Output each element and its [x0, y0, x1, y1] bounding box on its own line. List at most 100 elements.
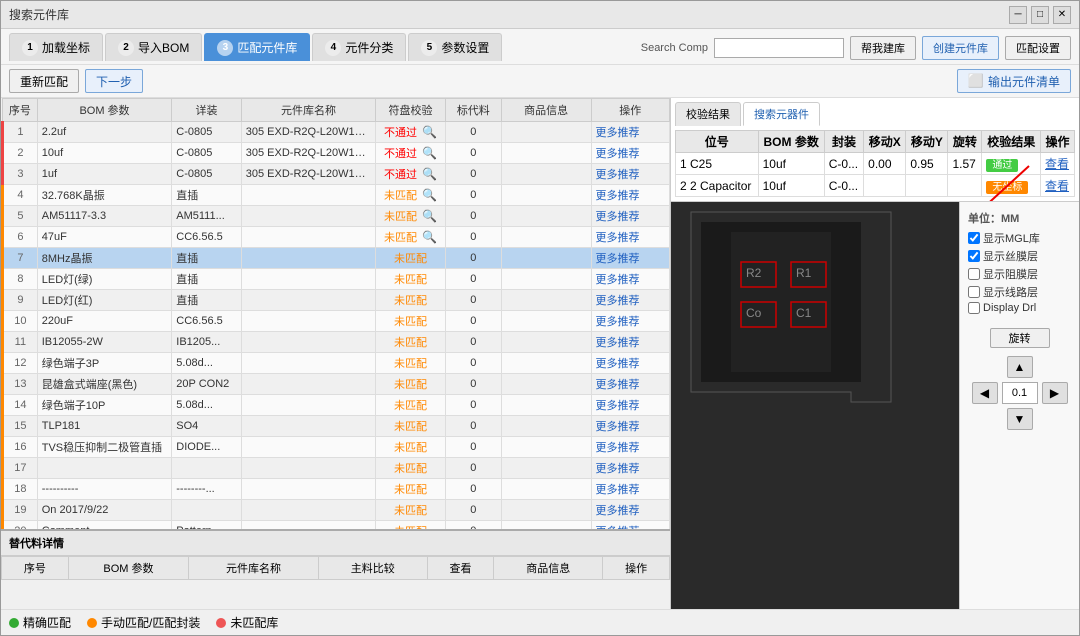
nav-up-button[interactable]: ▲: [1007, 356, 1033, 378]
cell-bom: 10uf: [37, 143, 172, 164]
table-row[interactable]: 6 47uF CC6.56.5 未匹配 🔍 0 更多推荐: [3, 227, 670, 248]
export-button[interactable]: ⬜ 输出元件清单: [957, 69, 1071, 93]
table-row[interactable]: 4 32.768K晶振 直插 未匹配 🔍 0 更多推荐: [3, 185, 670, 206]
window-controls: ─ □ ✕: [1009, 6, 1071, 24]
cell-op[interactable]: 更多推荐: [591, 227, 669, 248]
search-icon[interactable]: 🔍: [422, 125, 437, 139]
table-row[interactable]: 5 AM51117-3.3 AM5111... 未匹配 🔍 0 更多推荐: [3, 206, 670, 227]
col-header-name: 元件库名称: [241, 99, 376, 122]
search-icon[interactable]: 🔍: [422, 146, 437, 160]
result-pos: 1 C25: [676, 153, 759, 175]
cell-name: [241, 311, 376, 332]
checkbox-3[interactable]: [968, 286, 980, 298]
cell-op[interactable]: 更多推荐: [591, 353, 669, 374]
create-lib-button[interactable]: 创建元件库: [922, 36, 999, 60]
cell-op[interactable]: 更多推荐: [591, 164, 669, 185]
cell-op[interactable]: 更多推荐: [591, 374, 669, 395]
right-top: 校验结果 搜索元器件: [671, 98, 1079, 202]
cell-op[interactable]: 更多推荐: [591, 311, 669, 332]
nav-value-input[interactable]: [1002, 382, 1038, 404]
cell-bom: IB12055-2W: [37, 332, 172, 353]
search-icon[interactable]: 🔍: [422, 167, 437, 181]
cell-bom: 昆雄盒式端座(黑色): [37, 374, 172, 395]
help-build-button[interactable]: 帮我建库: [850, 36, 916, 60]
cell-op[interactable]: 更多推荐: [591, 437, 669, 458]
cell-info: [501, 248, 591, 269]
table-row[interactable]: 16 TVS稳压抑制二极管直插 DIODE... 未匹配 0 更多推荐: [3, 437, 670, 458]
result-my: 0.95: [906, 153, 948, 175]
cell-name: [241, 290, 376, 311]
cell-code: 0: [445, 248, 501, 269]
step-1[interactable]: 1 加载坐标: [9, 33, 103, 61]
cell-op[interactable]: 更多推荐: [591, 206, 669, 227]
table-row[interactable]: 18 ---------- --------... 未匹配 0 更多推荐: [3, 479, 670, 500]
table-row[interactable]: 1 2.2uf C-0805 305 EXD-R2Q-L20W12T7- 不通过…: [3, 122, 670, 143]
table-row[interactable]: 19 On 2017/9/22 未匹配 0 更多推荐: [3, 500, 670, 521]
search-icon[interactable]: 🔍: [422, 230, 437, 244]
step-5[interactable]: 5 参数设置: [408, 33, 502, 61]
checkbox-0[interactable]: [968, 232, 980, 244]
cell-op[interactable]: 更多推荐: [591, 500, 669, 521]
match-settings-button[interactable]: 匹配设置: [1005, 36, 1071, 60]
search-icon[interactable]: 🔍: [422, 188, 437, 202]
cell-status: 未匹配: [376, 248, 446, 269]
result-op[interactable]: 查看: [1041, 175, 1075, 197]
checkbox-2[interactable]: [968, 268, 980, 280]
table-row[interactable]: 20 Comment Pattern 未匹配 0 更多推荐: [3, 521, 670, 530]
cell-op[interactable]: 更多推荐: [591, 458, 669, 479]
cell-op[interactable]: 更多推荐: [591, 521, 669, 530]
cell-op[interactable]: 更多推荐: [591, 395, 669, 416]
cell-code: 0: [445, 164, 501, 185]
close-button[interactable]: ✕: [1053, 6, 1071, 24]
table-row[interactable]: 17 未匹配 0 更多推荐: [3, 458, 670, 479]
cell-op[interactable]: 更多推荐: [591, 143, 669, 164]
table-row[interactable]: 15 TLP181 SO4 未匹配 0 更多推荐: [3, 416, 670, 437]
window-title: 搜索元件库: [9, 6, 69, 23]
table-row[interactable]: 12 绿色端子3P 5.08d... 未匹配 0 更多推荐: [3, 353, 670, 374]
next-button[interactable]: 下一步: [85, 69, 143, 93]
cell-info: [501, 311, 591, 332]
re-match-button[interactable]: 重新匹配: [9, 69, 79, 93]
table-row[interactable]: 8 LED灯(绿) 直插 未匹配 0 更多推荐: [3, 269, 670, 290]
cell-code: 0: [445, 332, 501, 353]
result-rot: [948, 175, 982, 197]
table-row[interactable]: 14 绿色端子10P 5.08d... 未匹配 0 更多推荐: [3, 395, 670, 416]
cell-name: [241, 479, 376, 500]
table-row[interactable]: 13 昆雄盒式端座(黑色) 20P CON2 未匹配 0 更多推荐: [3, 374, 670, 395]
cell-op[interactable]: 更多推荐: [591, 290, 669, 311]
maximize-button[interactable]: □: [1031, 6, 1049, 24]
cell-status: 未匹配: [376, 479, 446, 500]
cell-op[interactable]: 更多推荐: [591, 122, 669, 143]
step-4[interactable]: 4 元件分类: [312, 33, 406, 61]
table-row[interactable]: 10 220uF CC6.56.5 未匹配 0 更多推荐: [3, 311, 670, 332]
minimize-button[interactable]: ─: [1009, 6, 1027, 24]
cell-info: [501, 269, 591, 290]
checkbox-4[interactable]: [968, 302, 980, 314]
cell-op[interactable]: 更多推荐: [591, 416, 669, 437]
checkbox-1[interactable]: [968, 250, 980, 262]
cell-bom: TLP181: [37, 416, 172, 437]
cell-op[interactable]: 更多推荐: [591, 248, 669, 269]
cell-op[interactable]: 更多推荐: [591, 269, 669, 290]
cell-op[interactable]: 更多推荐: [591, 479, 669, 500]
col-header-verify: 符盘校验: [376, 99, 446, 122]
step-2[interactable]: 2 导入BOM: [105, 33, 202, 61]
cell-op[interactable]: 更多推荐: [591, 185, 669, 206]
rotate-button[interactable]: 旋转: [990, 328, 1050, 348]
search-input[interactable]: [714, 38, 844, 58]
tab-search-component[interactable]: 搜索元器件: [743, 102, 820, 126]
result-op[interactable]: 查看: [1041, 153, 1075, 175]
table-row[interactable]: 11 IB12055-2W IB1205... 未匹配 0 更多推荐: [3, 332, 670, 353]
nav-right-button[interactable]: ▶: [1042, 382, 1068, 404]
table-row[interactable]: 3 1uf C-0805 305 EXD-R2Q-L20W12T7- 不通过 🔍…: [3, 164, 670, 185]
search-icon[interactable]: 🔍: [422, 209, 437, 223]
table-row[interactable]: 2 10uf C-0805 305 EXD-R2Q-L20W12T7- 不通过 …: [3, 143, 670, 164]
table-row[interactable]: 7 8MHz晶振 直插 未匹配 0 更多推荐: [3, 248, 670, 269]
table-row[interactable]: 9 LED灯(红) 直插 未匹配 0 更多推荐: [3, 290, 670, 311]
nav-down-button[interactable]: ▼: [1007, 408, 1033, 430]
step-3[interactable]: 3 匹配元件库: [204, 33, 310, 61]
cell-op[interactable]: 更多推荐: [591, 332, 669, 353]
nav-left-button[interactable]: ◀: [972, 382, 998, 404]
tab-verify-result[interactable]: 校验结果: [675, 102, 741, 126]
cell-status: 未匹配: [376, 332, 446, 353]
